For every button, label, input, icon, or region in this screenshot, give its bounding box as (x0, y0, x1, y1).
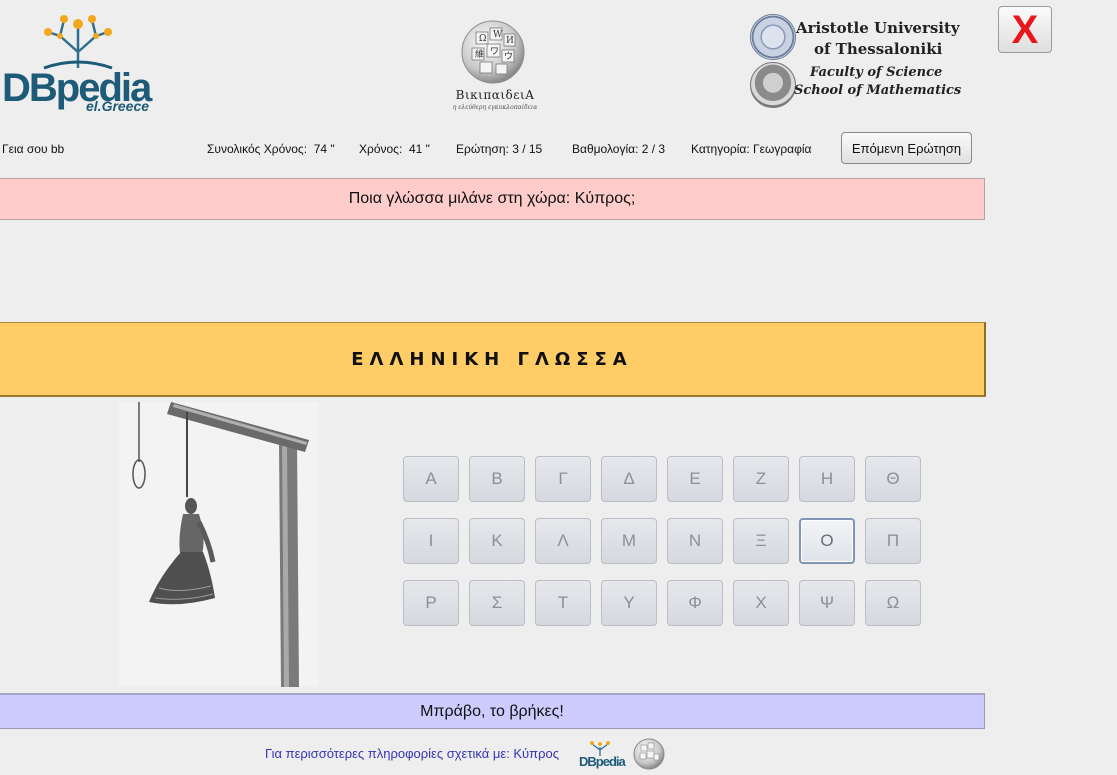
score-value: 2 / 3 (641, 142, 666, 156)
time-status: Χρόνος: 41 " (359, 142, 430, 156)
total-time-value: 74 " (313, 142, 335, 156)
dbpedia-tree-icon (43, 15, 113, 70)
category-value: Γεωγραφία (753, 142, 812, 156)
close-button[interactable]: X (998, 6, 1052, 53)
question-counter: Ερώτηση: 3 / 15 (456, 142, 542, 156)
score-status: Βαθμολογία: 2 / 3 (572, 142, 665, 156)
next-question-button[interactable]: Επόμενη Ερώτηση (841, 132, 972, 164)
time-label: Χρόνος: (359, 142, 403, 156)
letter-button[interactable]: Σ (469, 580, 525, 626)
letter-button[interactable]: Ζ (733, 456, 789, 502)
letter-button[interactable]: Ο (799, 518, 855, 564)
wikipedia-mini-icon (633, 738, 665, 770)
university-name-line2: of Thessaloniki (814, 40, 943, 58)
wikipedia-globe-icon: Ω WИ ワウ 維 (461, 20, 525, 84)
svg-text:Ω: Ω (479, 34, 486, 44)
letter-button[interactable]: Φ (667, 580, 723, 626)
category-status: Κατηγορία: Γεωγραφία (691, 142, 811, 156)
result-message: Μπράβο, το βρήκες! (0, 693, 985, 729)
footer-wikipedia-logo[interactable] (632, 737, 666, 771)
letter-button[interactable]: Η (799, 456, 855, 502)
wikipedia-tagline: η ελεύθερη εγκυκλοπαίδεια (452, 104, 538, 111)
total-time-status: Συνολικός Χρόνος: 74 " (207, 142, 335, 156)
question-counter-value: 3 / 15 (512, 142, 543, 156)
wikipedia-name: ΒικιπαιδειΑ (455, 88, 535, 102)
faculty-name: Faculty of Science (810, 65, 943, 80)
answer-word: ΕΛΛΗΝΙΚΗ ΓΛΩΣΣΑ (0, 322, 986, 397)
score-label: Βαθμολογία: (572, 142, 639, 156)
dbpedia-mini-icon: DBpedia (579, 741, 628, 769)
wikipedia-logo: ΩWИ ワウ 維 ΒικιπαιδειΑ η ελεύθερη εγκυκλοπα… (440, 18, 550, 114)
school-name: School of Mathematics (794, 83, 962, 98)
time-value: 41 " (408, 142, 430, 156)
university-seal-icon (750, 14, 796, 60)
letter-button[interactable]: Ρ (403, 580, 459, 626)
letter-button[interactable]: Ω (865, 580, 921, 626)
footer-dbpedia-logo[interactable]: DBpedia (578, 738, 628, 770)
letter-button[interactable]: Ν (667, 518, 723, 564)
dbpedia-mini-text: DBpedia (579, 754, 627, 769)
letter-button[interactable]: Θ (865, 456, 921, 502)
letter-button[interactable]: Ε (667, 456, 723, 502)
svg-text:И: И (506, 36, 514, 46)
category-label: Κατηγορία: (691, 142, 750, 156)
more-info-link[interactable]: Για περισσότερες πληροφορίες σχετικά με:… (265, 746, 559, 761)
letter-button[interactable]: Γ (535, 456, 591, 502)
question-counter-label: Ερώτηση: (456, 142, 509, 156)
close-icon: X (1011, 7, 1039, 52)
letter-button[interactable]: Υ (601, 580, 657, 626)
question-text: Ποια γλώσσα μιλάνε στη χώρα: Κύπρος; (0, 178, 985, 220)
dbpedia-subtitle: el.Greece (86, 98, 150, 114)
gallows-illustration (119, 402, 319, 687)
letter-button[interactable]: Ι (403, 518, 459, 564)
letter-button[interactable]: Β (469, 456, 525, 502)
letter-button[interactable]: Τ (535, 580, 591, 626)
letter-button[interactable]: Λ (535, 518, 591, 564)
letter-button[interactable]: Ξ (733, 518, 789, 564)
greeting-text: Γεια σου bb (2, 142, 65, 156)
svg-text:維: 維 (475, 48, 484, 60)
svg-text:W: W (493, 30, 503, 40)
letter-button[interactable]: Μ (601, 518, 657, 564)
total-time-label: Συνολικός Χρόνος: (207, 142, 308, 156)
dbpedia-el-greece-logo: DBpedia el.Greece (0, 12, 160, 116)
letter-button[interactable]: Δ (601, 456, 657, 502)
letter-button[interactable]: Κ (469, 518, 525, 564)
university-logo: Aristotle University of Thessaloniki Fac… (748, 12, 963, 112)
university-name-line1: Aristotle University (796, 19, 960, 37)
letter-button[interactable]: Α (403, 456, 459, 502)
faculty-seal-icon (750, 62, 796, 108)
letter-button[interactable]: Ψ (799, 580, 855, 626)
letter-button[interactable]: Π (865, 518, 921, 564)
svg-text:ウ: ウ (504, 51, 513, 62)
hangman-image (119, 402, 319, 687)
svg-text:ワ: ワ (490, 47, 499, 57)
letter-button[interactable]: Χ (733, 580, 789, 626)
